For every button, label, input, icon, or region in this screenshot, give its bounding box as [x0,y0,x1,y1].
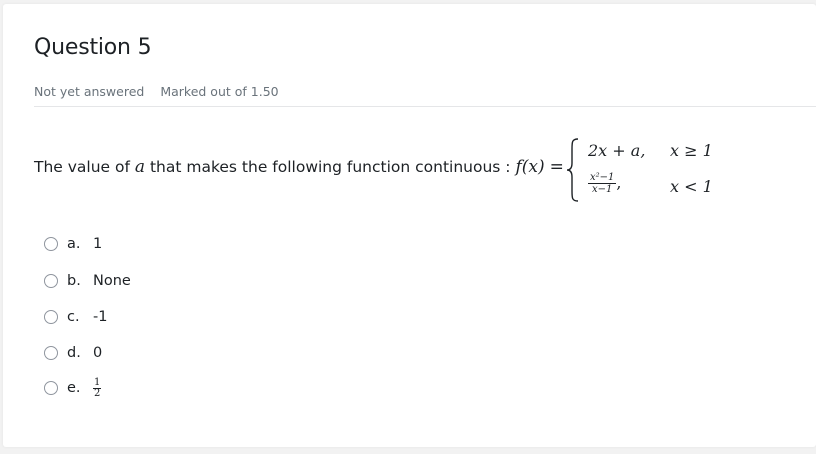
case-2-expression: x²−1 x−1 , [588,172,621,195]
stem-text: The value of [34,158,135,176]
fraction-numerator: 1 [94,376,101,388]
case-1-expression: 2x + a, [588,141,646,160]
question-title: Question 5 [34,35,152,60]
question-marks: Marked out of 1.50 [160,84,279,99]
radio-button[interactable] [44,346,58,360]
question-state: Not yet answered [34,84,145,99]
option-e[interactable]: e. 1 2 [44,376,102,400]
case-2-numerator: x²−1 [590,172,615,183]
option-d[interactable]: d. 0 [44,341,102,365]
option-fraction: 1 2 [93,376,102,399]
case-2-denominator: x−1 [588,183,617,195]
option-a[interactable]: a. 1 [44,232,102,256]
option-letter: d. [67,345,81,361]
option-text: 0 [93,345,103,361]
case-2-condition: x < 1 [670,177,713,196]
option-letter: c. [67,309,80,325]
option-letter: e. [67,380,81,396]
option-letter: a. [67,236,81,252]
question-info: Not yet answered Marked out of 1.50 [34,84,279,99]
radio-button[interactable] [44,237,58,251]
divider [34,106,816,107]
equals-sign: = [549,157,564,177]
option-b[interactable]: b. None [44,269,131,293]
radio-button[interactable] [44,381,58,395]
function-lhs: f(x) [515,157,545,177]
option-text: -1 [93,309,108,325]
left-brace-icon [566,138,579,202]
option-letter: b. [67,273,81,289]
question-stem: The value of a that makes the following … [34,157,564,177]
case-2-suffix: , [616,173,622,192]
case-1-condition: x ≥ 1 [670,141,713,160]
option-text: 1 [93,236,103,252]
stem-variable: a [134,157,146,177]
option-c[interactable]: c. -1 [44,305,107,329]
case-2-fraction: x²−1 x−1 [588,172,617,195]
page-background: Question 5 Not yet answered Marked out o… [0,0,816,454]
option-text: None [93,273,131,289]
stem-text-continued: that makes the following function contin… [145,158,516,176]
radio-button[interactable] [44,310,58,324]
radio-button[interactable] [44,274,58,288]
fraction-denominator: 2 [93,387,102,399]
piecewise-function: 2x + a, x ≥ 1 x²−1 x−1 , x < 1 [566,138,726,207]
question-card: Question 5 Not yet answered Marked out o… [3,4,816,447]
